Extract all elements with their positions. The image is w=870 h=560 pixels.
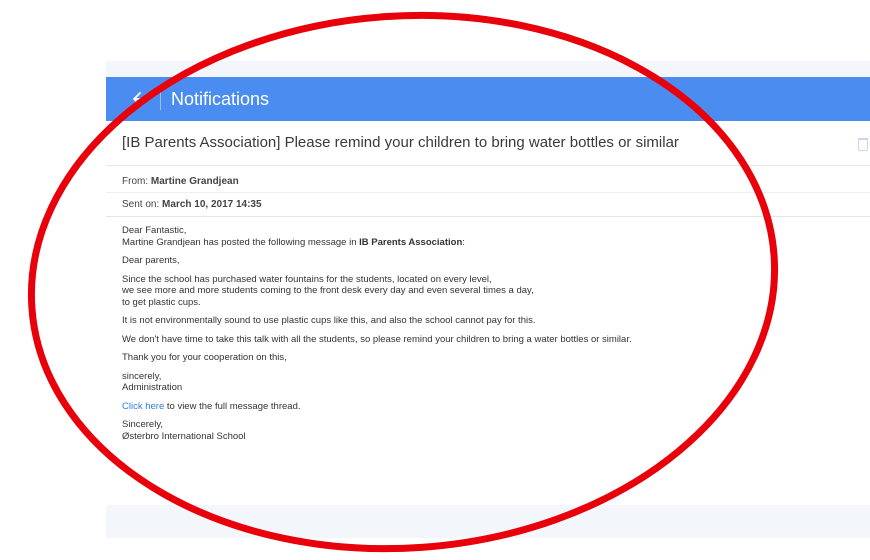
subject-row: [IB Parents Association] Please remind y… — [106, 121, 870, 166]
sent-label: Sent on: — [122, 199, 160, 210]
paragraph: It is not environmentally sound to use p… — [122, 315, 536, 326]
closing-line: Sincerely, — [122, 419, 164, 430]
school-signature: Østerbro International School — [122, 430, 246, 442]
sent-line: Sent on: March 10, 2017 14:35 — [122, 199, 262, 210]
from-sender: Martine Grandjean — [150, 176, 239, 187]
paragraph-line: we see more and more students coming to … — [122, 285, 534, 296]
divider — [106, 192, 870, 193]
message-card: [IB Parents Association] Please remind y… — [106, 121, 870, 505]
salutation: Dear parents, — [122, 255, 180, 266]
paragraph: We don't have time to take this talk wit… — [122, 333, 632, 345]
intro-line: Martine Grandjean has posted the followi… — [122, 237, 862, 249]
closing-signature: Administration — [122, 382, 183, 393]
notifications-header: Notifications — [106, 77, 870, 121]
greeting: Dear Fantastic, — [122, 225, 187, 236]
from-line: From: Martine Grandjean — [122, 176, 239, 187]
sent-date: March 10, 2017 14:35 — [162, 199, 262, 210]
paragraph-line: Since the school has purchased water fou… — [122, 273, 492, 285]
intro-colon: : — [462, 236, 465, 248]
message-subject: [IB Parents Association] Please remind y… — [122, 134, 679, 151]
intro-text: Martine Grandjean has posted the followi… — [122, 236, 360, 248]
thread-link-line: Click here to view the full message thre… — [122, 401, 862, 413]
delete-icon[interactable] — [858, 138, 868, 151]
group-name: IB Parents Association — [359, 236, 463, 248]
paragraph-line: to get plastic cups. — [122, 296, 201, 308]
paragraph: Thank you for your cooperation on this, — [122, 352, 287, 363]
message-body: Dear Fantastic, Martine Grandjean has po… — [122, 225, 862, 449]
from-label: From: — [122, 176, 149, 187]
arrow-left-icon — [133, 92, 150, 106]
link-suffix: to view the full message thread. — [164, 400, 301, 412]
header-divider — [160, 88, 161, 110]
header-title: Notifications — [171, 88, 270, 109]
back-button[interactable] — [126, 77, 156, 121]
view-thread-link[interactable]: Click here — [122, 401, 164, 412]
closing-line: sincerely, — [122, 370, 162, 382]
divider — [106, 216, 870, 217]
